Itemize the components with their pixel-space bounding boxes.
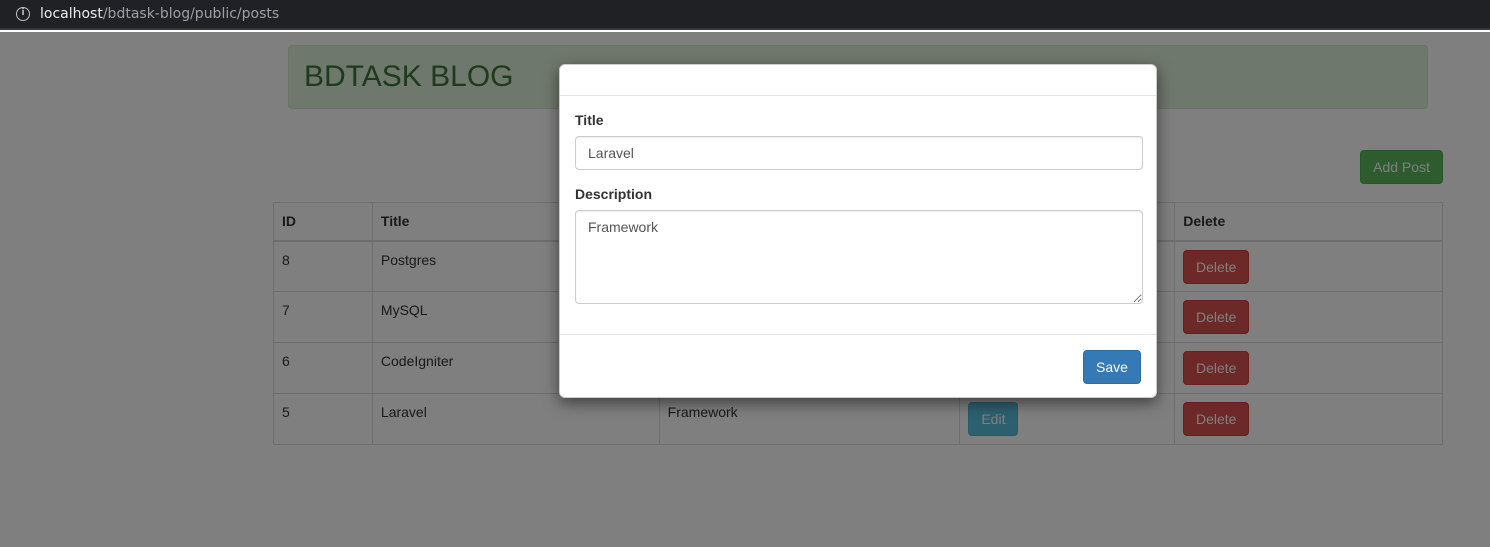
title-label: Title xyxy=(575,112,604,128)
modal-header xyxy=(560,65,1156,96)
url-text[interactable]: localhost/bdtask-blog/public/posts xyxy=(40,6,279,23)
url-path: /bdtask-blog/public/posts xyxy=(102,6,280,22)
description-textarea[interactable]: Framework xyxy=(575,210,1143,304)
description-label: Description xyxy=(575,186,653,202)
title-input[interactable] xyxy=(575,136,1143,170)
edit-post-modal: Title Description Framework Save xyxy=(559,64,1157,398)
info-icon[interactable]: i xyxy=(16,7,30,21)
url-host: localhost xyxy=(40,6,103,22)
modal-footer: Save xyxy=(560,334,1156,398)
browser-address-bar[interactable]: i localhost/bdtask-blog/public/posts xyxy=(0,0,1490,30)
save-button[interactable]: Save xyxy=(1083,350,1141,384)
